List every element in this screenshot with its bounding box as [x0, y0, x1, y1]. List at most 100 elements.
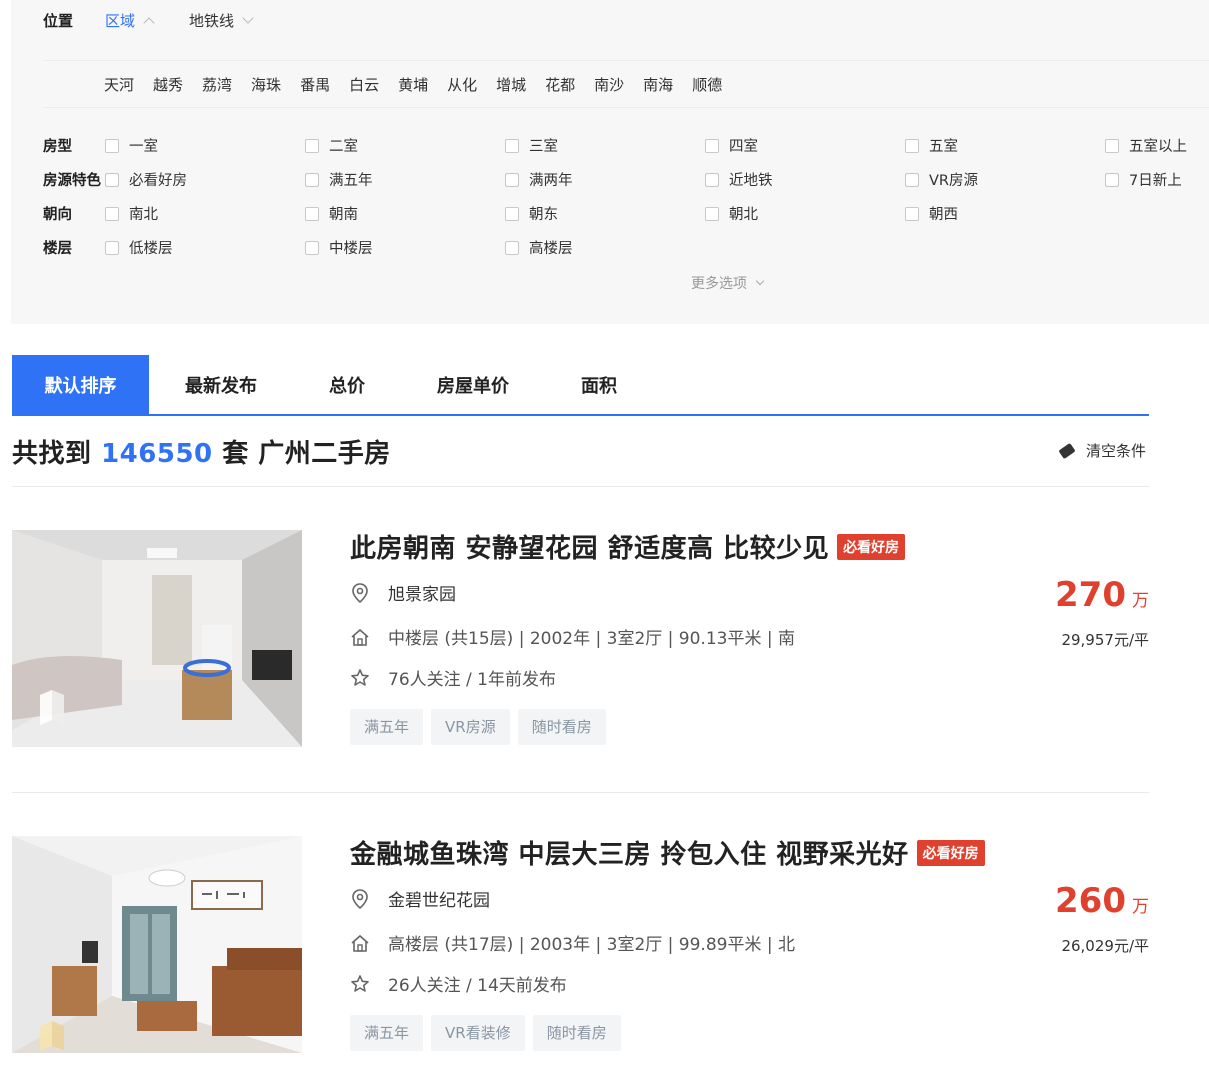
tab-area[interactable]: 区域: [105, 10, 155, 31]
checkbox[interactable]: [305, 172, 319, 187]
district-option[interactable]: 白云: [349, 74, 379, 95]
listing-tags: 满五年 VR看装修 随时看房: [350, 1015, 629, 1051]
filter-option-label: 低楼层: [129, 241, 173, 257]
checkbox[interactable]: [905, 206, 919, 221]
more-options-label: 更多选项: [691, 276, 747, 292]
district-option[interactable]: 黄埔: [398, 74, 428, 95]
filter-option[interactable]: 中楼层: [305, 237, 373, 258]
filter-option[interactable]: 朝北: [705, 203, 758, 224]
location-row: 位置 区域 地铁线: [43, 6, 288, 34]
filter-option[interactable]: VR房源: [905, 169, 978, 190]
chevron-down-icon: [242, 12, 254, 24]
filter-option[interactable]: 必看好房: [105, 169, 187, 190]
district-list: 天河 越秀 荔湾 海珠 番禺 白云 黄埔 从化 增城 花都 南沙 南海 顺德: [43, 60, 1209, 108]
sort-tab-newest[interactable]: 最新发布: [149, 355, 293, 414]
total-price: 260 万: [1055, 881, 1149, 921]
checkbox[interactable]: [305, 138, 319, 153]
district-option[interactable]: 顺德: [692, 74, 722, 95]
filter-option[interactable]: 低楼层: [105, 237, 173, 258]
living-room-photo: [12, 530, 302, 747]
result-count-heading: 共找到 146550 套 广州二手房: [12, 433, 391, 470]
filter-row-room-type: 房型 一室 二室 三室 四室 五室 五室以上: [43, 131, 1209, 161]
checkbox[interactable]: [905, 172, 919, 187]
filter-option[interactable]: 满两年: [505, 169, 573, 190]
filter-option[interactable]: 五室: [905, 135, 958, 156]
checkbox[interactable]: [105, 206, 119, 221]
checkbox[interactable]: [305, 240, 319, 255]
checkbox[interactable]: [705, 172, 719, 187]
listing-tag: 随时看房: [517, 709, 606, 745]
district-option[interactable]: 天河: [104, 74, 134, 95]
checkbox[interactable]: [105, 172, 119, 187]
listing-title[interactable]: 此房朝南 安静望花园 舒适度高 比较少见: [350, 528, 829, 565]
district-option[interactable]: 增城: [496, 74, 526, 95]
checkbox[interactable]: [505, 138, 519, 153]
tab-subway[interactable]: 地铁线: [189, 10, 254, 31]
sort-tab-total-price[interactable]: 总价: [293, 355, 401, 414]
filter-option[interactable]: 朝西: [905, 203, 958, 224]
filter-panel: 位置 区域 地铁线 天河 越秀 荔湾 海珠 番禺 白云 黄埔 从化 增城 花都 …: [11, 0, 1209, 324]
filter-option[interactable]: 7日新上: [1105, 169, 1182, 190]
tab-subway-label: 地铁线: [189, 11, 235, 30]
district-option[interactable]: 南沙: [594, 74, 624, 95]
checkbox[interactable]: [505, 240, 519, 255]
filter-option[interactable]: 三室: [505, 135, 558, 156]
listing-community-row: 旭景家园: [350, 580, 456, 605]
total-price-unit: 万: [1132, 591, 1149, 611]
filter-label: 房型: [43, 139, 72, 155]
listing-title-row: 此房朝南 安静望花园 舒适度高 比较少见 必看好房: [350, 528, 906, 565]
filter-option[interactable]: 南北: [105, 203, 158, 224]
district-option[interactable]: 从化: [447, 74, 477, 95]
listing-followers-row: 26人关注 / 14天前发布: [350, 971, 567, 996]
listing-card[interactable]: 金融城鱼珠湾 中层大三房 拎包入住 视野采光好 必看好房 金碧世纪花园 高楼层 …: [12, 836, 1149, 1056]
filter-option[interactable]: 近地铁: [705, 169, 773, 190]
checkbox[interactable]: [705, 138, 719, 153]
result-count: 146550: [101, 439, 213, 469]
checkbox[interactable]: [105, 240, 119, 255]
total-price-value: 270: [1055, 575, 1126, 615]
community-name[interactable]: 旭景家园: [388, 580, 456, 605]
sort-tab-area[interactable]: 面积: [545, 355, 653, 414]
filter-label: 朝向: [43, 207, 72, 223]
filter-option-label: 三室: [529, 139, 558, 155]
filter-option[interactable]: 五室以上: [1105, 135, 1187, 156]
district-option[interactable]: 荔湾: [202, 74, 232, 95]
listing-title[interactable]: 金融城鱼珠湾 中层大三房 拎包入住 视野采光好: [350, 834, 909, 871]
checkbox[interactable]: [705, 206, 719, 221]
district-option[interactable]: 花都: [545, 74, 575, 95]
filter-option[interactable]: 一室: [105, 135, 158, 156]
sort-tab-unit-price[interactable]: 房屋单价: [401, 355, 545, 414]
checkbox[interactable]: [305, 206, 319, 221]
filter-option[interactable]: 朝东: [505, 203, 558, 224]
filter-option-label: 朝南: [329, 207, 358, 223]
checkbox[interactable]: [905, 138, 919, 153]
community-name[interactable]: 金碧世纪花园: [388, 886, 490, 911]
house-details: 中楼层 (共15层) | 2002年 | 3室2厅 | 90.13平米 | 南: [388, 629, 796, 649]
filter-option[interactable]: 高楼层: [505, 237, 573, 258]
sort-tab-default[interactable]: 默认排序: [12, 355, 149, 414]
filter-option[interactable]: 满五年: [305, 169, 373, 190]
listing-community-row: 金碧世纪花园: [350, 886, 490, 911]
listing-photo[interactable]: [12, 836, 302, 1053]
checkbox[interactable]: [505, 172, 519, 187]
filter-option[interactable]: 二室: [305, 135, 358, 156]
listing-card[interactable]: 此房朝南 安静望花园 舒适度高 比较少见 必看好房 旭景家园 中楼层 (共15层…: [12, 530, 1149, 750]
total-price-unit: 万: [1132, 897, 1149, 917]
follower-info: 76人关注 / 1年前发布: [388, 670, 556, 690]
listing-photo[interactable]: [12, 530, 302, 747]
checkbox[interactable]: [1105, 172, 1119, 187]
checkbox[interactable]: [505, 206, 519, 221]
checkbox[interactable]: [105, 138, 119, 153]
more-options-toggle[interactable]: 更多选项: [691, 273, 765, 293]
district-option[interactable]: 海珠: [251, 74, 281, 95]
filter-option-label: 近地铁: [729, 173, 773, 189]
clear-filters-button[interactable]: 清空条件: [1058, 440, 1146, 461]
filter-option[interactable]: 四室: [705, 135, 758, 156]
filter-option[interactable]: 朝南: [305, 203, 358, 224]
district-option[interactable]: 番禺: [300, 74, 330, 95]
filter-option-label: 满五年: [329, 173, 373, 189]
district-option[interactable]: 南海: [643, 74, 673, 95]
district-option[interactable]: 越秀: [153, 74, 183, 95]
filter-row-floor: 楼层 低楼层 中楼层 高楼层: [43, 233, 1209, 263]
checkbox[interactable]: [1105, 138, 1119, 153]
